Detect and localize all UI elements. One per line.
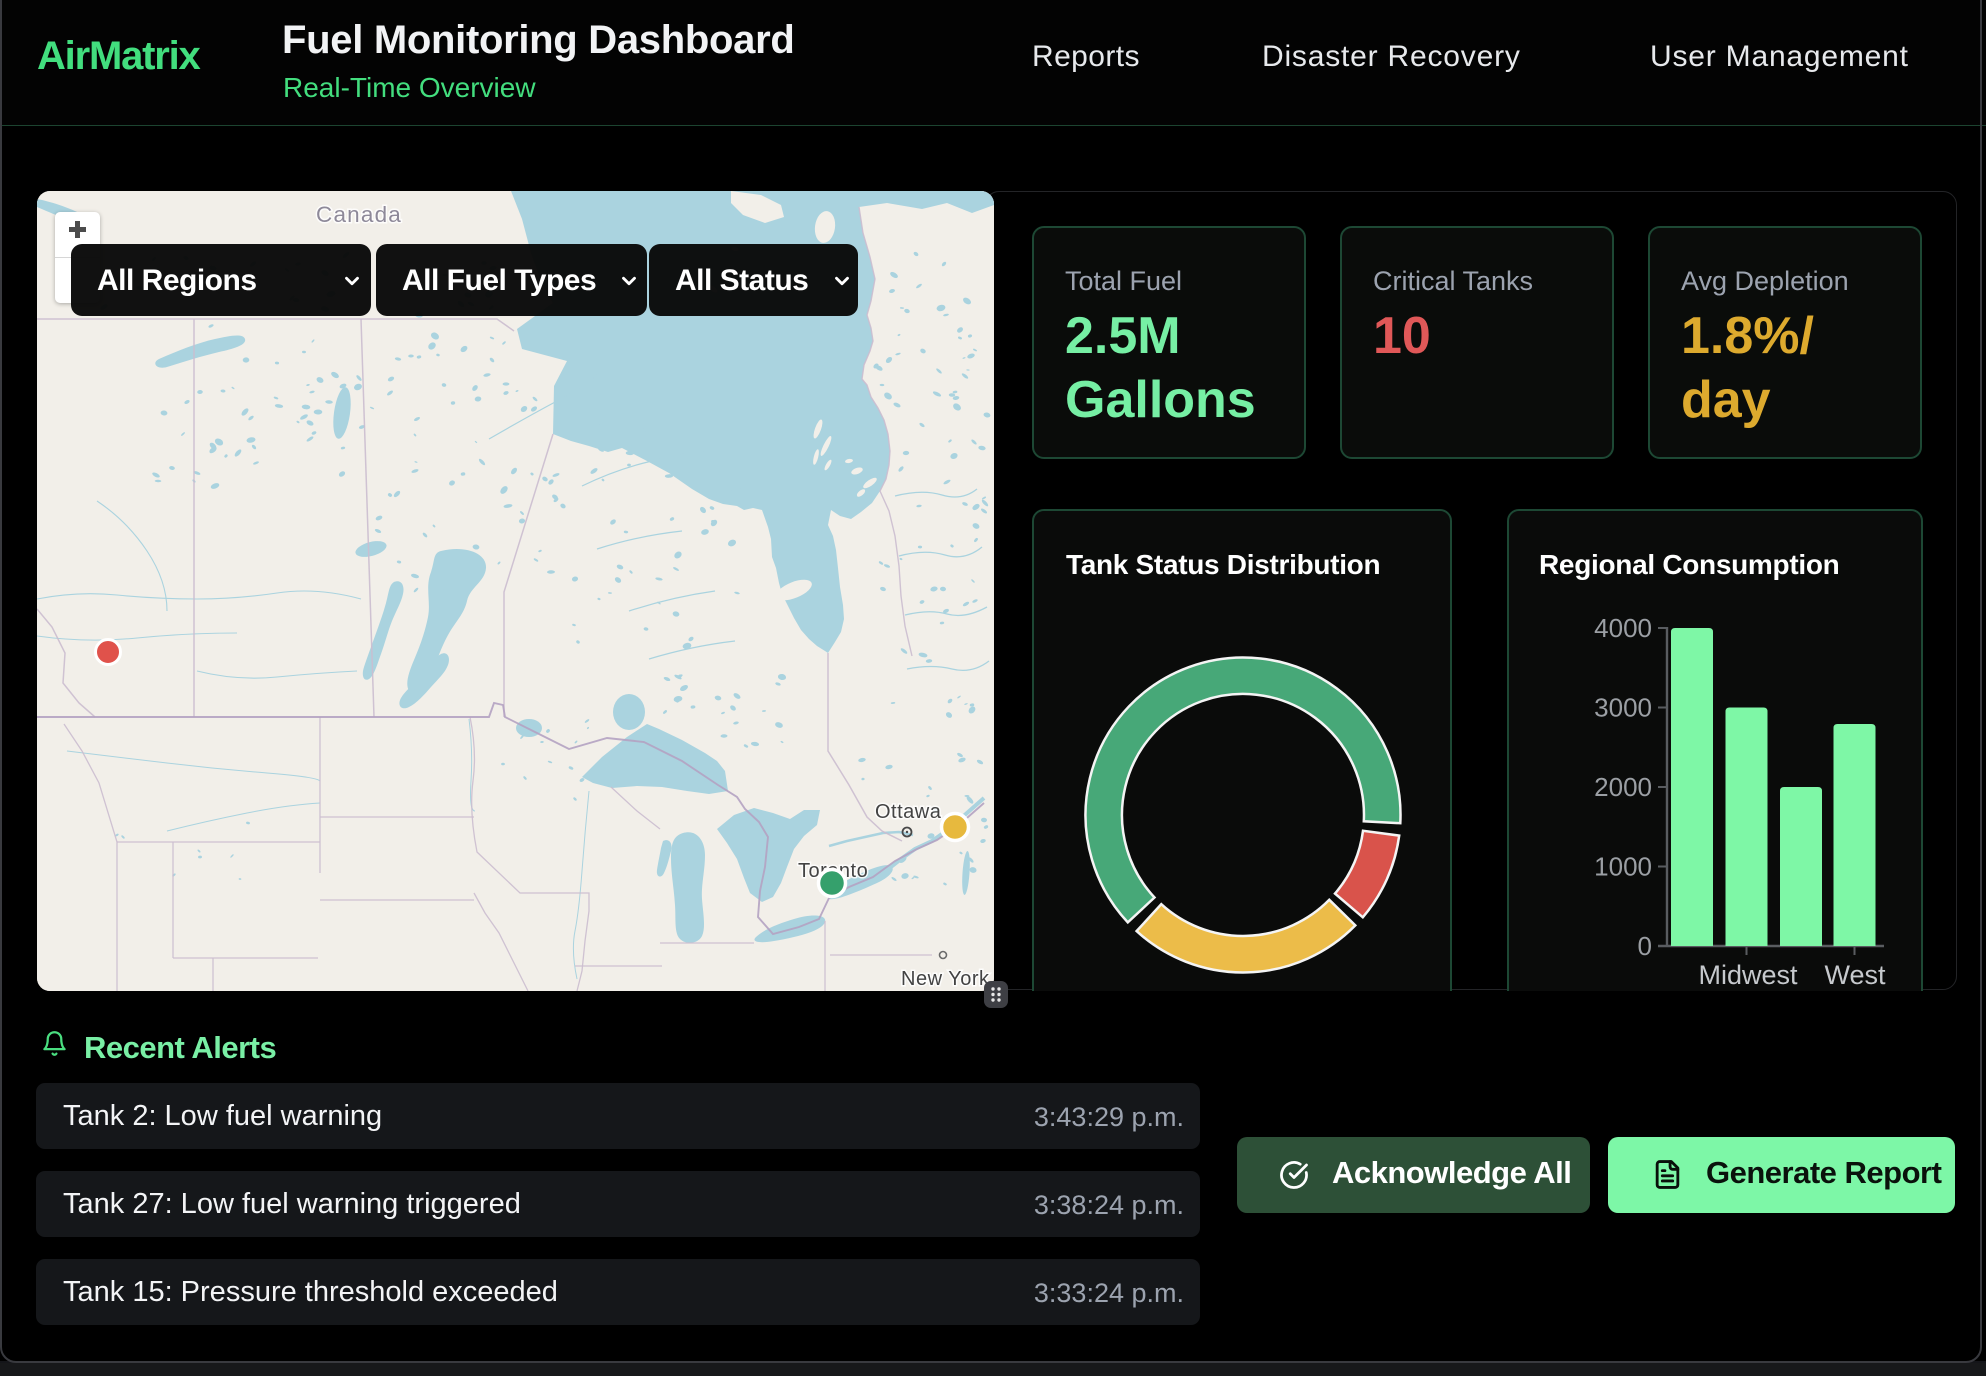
- svg-text:2000: 2000: [1594, 772, 1652, 802]
- svg-text:1000: 1000: [1594, 852, 1652, 882]
- svg-text:West: West: [1824, 960, 1886, 990]
- svg-text:0: 0: [1638, 931, 1652, 961]
- svg-text:New York: New York: [901, 968, 990, 990]
- svg-text:Ottawa: Ottawa: [875, 801, 942, 823]
- svg-text:4000: 4000: [1594, 613, 1652, 643]
- svg-text:Midwest: Midwest: [1698, 960, 1798, 990]
- svg-text:Canada: Canada: [316, 202, 402, 227]
- svg-text:3000: 3000: [1594, 693, 1652, 723]
